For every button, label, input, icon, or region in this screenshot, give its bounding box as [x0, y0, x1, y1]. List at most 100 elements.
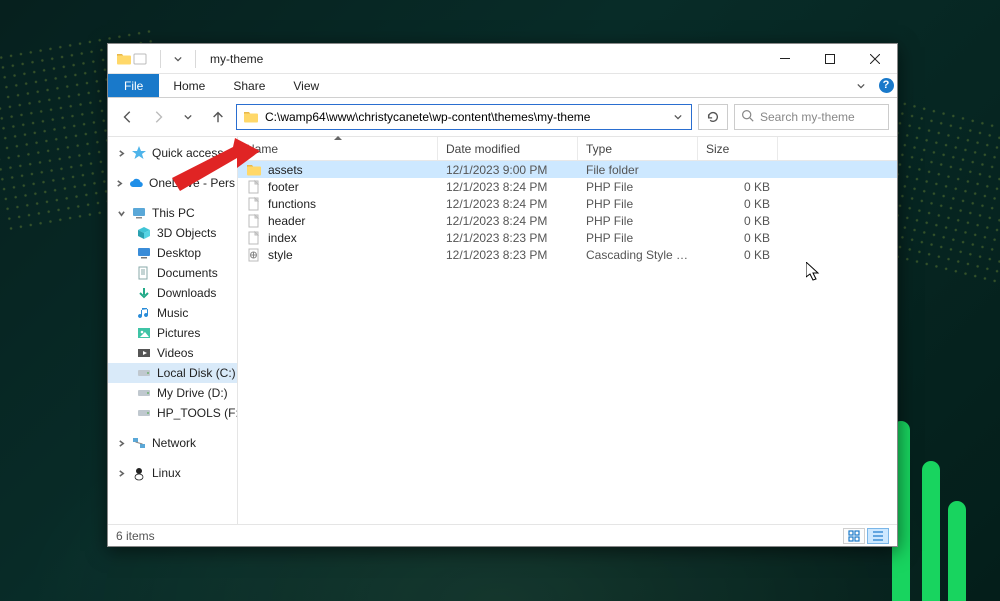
vid-icon: [136, 345, 152, 361]
minimize-button[interactable]: [762, 44, 807, 74]
file-row[interactable]: footer12/1/2023 8:24 PMPHP File0 KB: [238, 178, 897, 195]
folder-icon: [246, 162, 262, 178]
file-row[interactable]: style12/1/2023 8:23 PMCascading Style S.…: [238, 246, 897, 263]
nav-onedrive[interactable]: OneDrive - Pers: [108, 173, 237, 193]
help-button[interactable]: ?: [875, 74, 897, 97]
view-large-icons-button[interactable]: [843, 528, 865, 544]
network-icon: [131, 435, 147, 451]
recent-locations-button[interactable]: [176, 105, 200, 129]
nav-label: Linux: [152, 466, 181, 480]
column-type[interactable]: Type: [578, 137, 698, 160]
nav-child-item[interactable]: Desktop: [108, 243, 237, 263]
maximize-button[interactable]: [807, 44, 852, 74]
nav-label: Downloads: [157, 286, 216, 300]
ribbon-tab-share[interactable]: Share: [219, 74, 279, 97]
file-type: File folder: [578, 163, 698, 177]
drive-icon: [136, 365, 152, 381]
nav-child-item[interactable]: Downloads: [108, 283, 237, 303]
php-icon: [246, 196, 262, 212]
file-date: 12/1/2023 8:24 PM: [438, 197, 578, 211]
file-type: PHP File: [578, 214, 698, 228]
nav-linux[interactable]: Linux: [108, 463, 237, 483]
address-input[interactable]: [265, 110, 663, 124]
bg-bar: [922, 461, 940, 601]
file-size: 0 KB: [698, 180, 778, 194]
back-button[interactable]: [116, 105, 140, 129]
file-type: PHP File: [578, 180, 698, 194]
expand-icon[interactable]: [116, 470, 126, 477]
music-icon: [136, 305, 152, 321]
nav-label: Music: [157, 306, 188, 320]
file-rows[interactable]: assets12/1/2023 9:00 PMFile folderfooter…: [238, 161, 897, 524]
nav-child-item[interactable]: Pictures: [108, 323, 237, 343]
explorer-window: my-theme File Home Share View ?: [107, 43, 898, 547]
up-button[interactable]: [206, 105, 230, 129]
file-row[interactable]: assets12/1/2023 9:00 PMFile folder: [238, 161, 897, 178]
search-box[interactable]: [734, 104, 889, 130]
column-size[interactable]: Size: [698, 137, 778, 160]
file-size: 0 KB: [698, 214, 778, 228]
bg-bar: [948, 501, 966, 601]
column-label: Date modified: [446, 142, 520, 156]
nav-child-item[interactable]: Videos: [108, 343, 237, 363]
collapse-icon[interactable]: [116, 210, 126, 217]
nav-label: This PC: [152, 206, 195, 220]
nav-network[interactable]: Network: [108, 433, 237, 453]
cloud-icon: [128, 175, 144, 191]
nav-label: OneDrive - Pers: [149, 176, 235, 190]
nav-child-item[interactable]: HP_TOOLS (F:): [108, 403, 237, 423]
nav-child-item[interactable]: 3D Objects: [108, 223, 237, 243]
column-headers: Name Date modified Type Size: [238, 137, 897, 161]
nav-child-item[interactable]: Local Disk (C:): [108, 363, 237, 383]
qat-placeholder-icon[interactable]: [132, 51, 148, 67]
file-size: 0 KB: [698, 248, 778, 262]
ribbon-tab-view[interactable]: View: [279, 74, 333, 97]
file-date: 12/1/2023 8:23 PM: [438, 248, 578, 262]
separator: [195, 50, 196, 68]
nav-child-item[interactable]: Documents: [108, 263, 237, 283]
expand-icon[interactable]: [116, 150, 126, 157]
file-name: assets: [268, 163, 303, 177]
search-icon: [741, 109, 754, 125]
php-icon: [246, 179, 262, 195]
ribbon-tab-home[interactable]: Home: [159, 74, 219, 97]
view-details-button[interactable]: [867, 528, 889, 544]
close-button[interactable]: [852, 44, 897, 74]
expand-icon[interactable]: [116, 180, 123, 187]
php-icon: [246, 230, 262, 246]
title-bar[interactable]: my-theme: [108, 44, 897, 74]
down-icon: [136, 285, 152, 301]
nav-child-item[interactable]: Music: [108, 303, 237, 323]
navigation-pane[interactable]: Quick access OneDrive - Pers This PC 3D …: [108, 137, 238, 524]
sort-asc-icon: [334, 136, 342, 140]
file-row[interactable]: header12/1/2023 8:24 PMPHP File0 KB: [238, 212, 897, 229]
window-title: my-theme: [210, 52, 263, 66]
file-date: 12/1/2023 8:24 PM: [438, 180, 578, 194]
qat-dropdown-icon[interactable]: [173, 54, 183, 64]
nav-this-pc[interactable]: This PC: [108, 203, 237, 223]
drive-icon: [136, 385, 152, 401]
file-row[interactable]: index12/1/2023 8:23 PMPHP File0 KB: [238, 229, 897, 246]
column-name[interactable]: Name: [238, 137, 438, 160]
php-icon: [246, 213, 262, 229]
column-label: Type: [586, 142, 612, 156]
column-label: Size: [706, 142, 729, 156]
file-name: style: [268, 248, 293, 262]
address-bar[interactable]: [236, 104, 692, 130]
ribbon-file-tab[interactable]: File: [108, 74, 159, 97]
explorer-body: Quick access OneDrive - Pers This PC 3D …: [108, 136, 897, 524]
file-type: PHP File: [578, 231, 698, 245]
search-input[interactable]: [760, 110, 915, 124]
expand-icon[interactable]: [116, 440, 126, 447]
forward-button[interactable]: [146, 105, 170, 129]
refresh-button[interactable]: [698, 104, 728, 130]
nav-label: 3D Objects: [157, 226, 216, 240]
address-history-icon[interactable]: [669, 110, 687, 124]
item-count: 6 items: [116, 529, 155, 543]
nav-label: Documents: [157, 266, 218, 280]
column-date[interactable]: Date modified: [438, 137, 578, 160]
file-row[interactable]: functions12/1/2023 8:24 PMPHP File0 KB: [238, 195, 897, 212]
ribbon-expand-icon[interactable]: [847, 74, 875, 97]
nav-child-item[interactable]: My Drive (D:): [108, 383, 237, 403]
nav-quick-access[interactable]: Quick access: [108, 143, 237, 163]
